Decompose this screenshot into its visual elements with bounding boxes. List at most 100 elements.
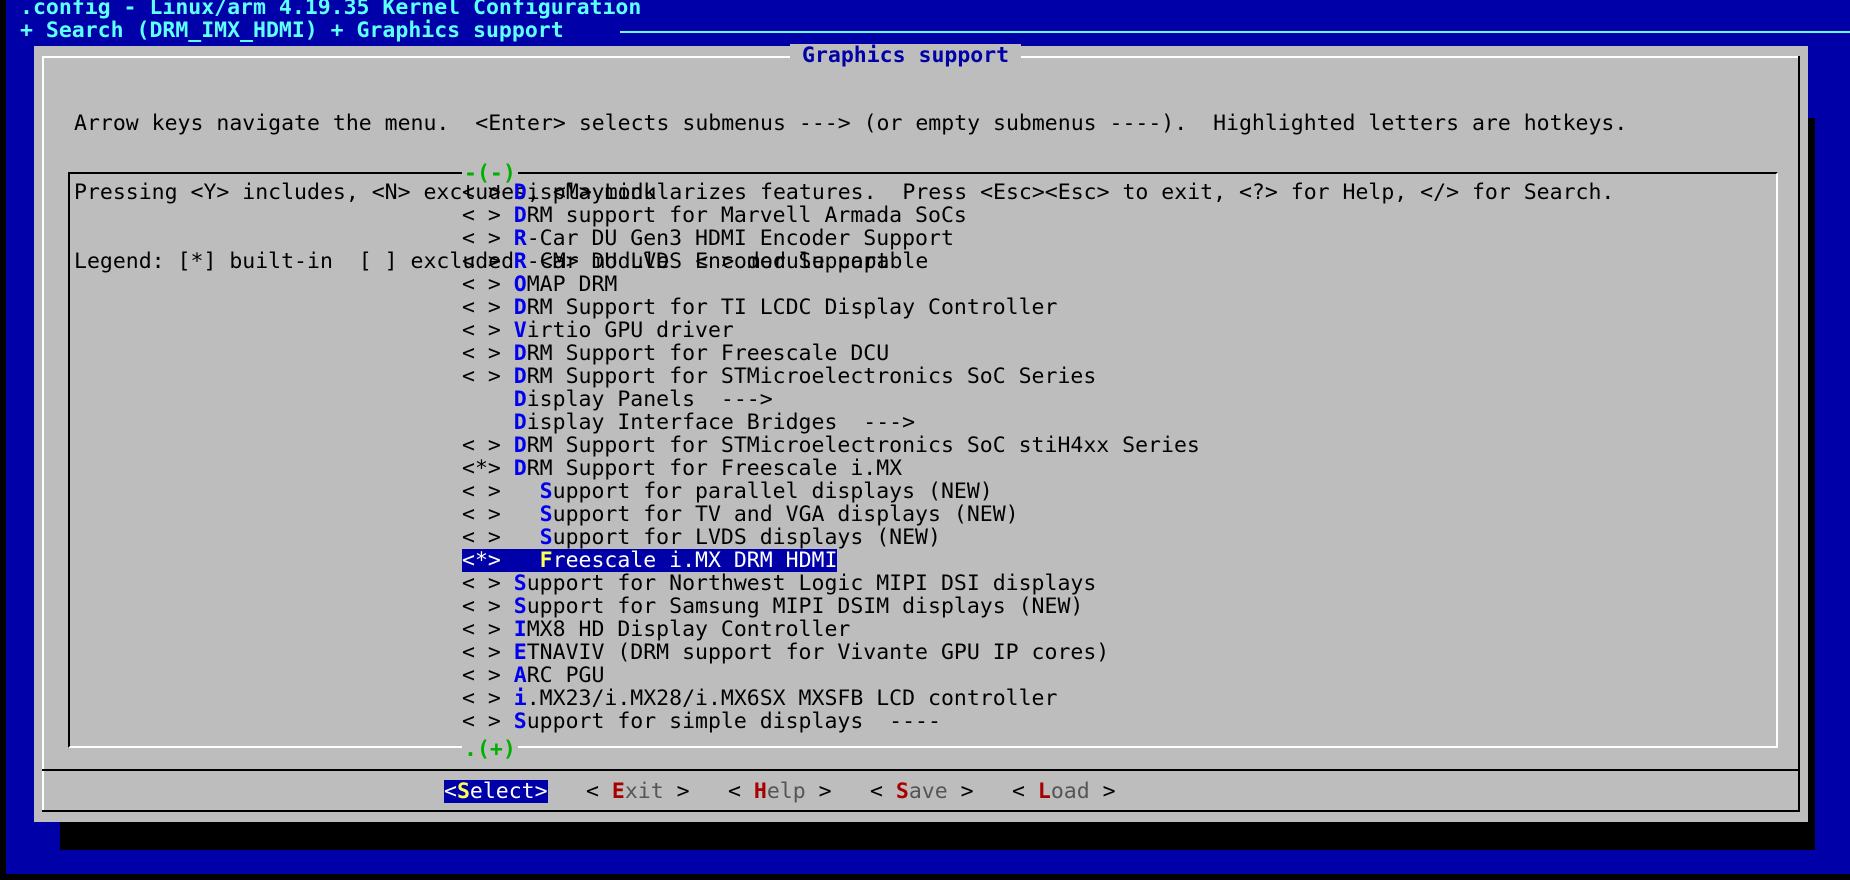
menu-item-label: isplay Interface Bridges ---> xyxy=(526,410,916,435)
menu-item-state xyxy=(462,410,514,435)
menu-item-state: < > xyxy=(462,364,514,389)
menu-item-label: MAP DRM xyxy=(526,272,618,297)
menu-item[interactable]: < > DisplayLink xyxy=(462,181,1200,204)
menu-item-state: < > xyxy=(462,502,540,527)
menu-item-state: < > xyxy=(462,433,514,458)
menu-item-hotkey: E xyxy=(513,640,527,665)
breadcrumb-rule xyxy=(620,31,1850,33)
menu-items: < > DisplayLink < > DRM support for Marve… xyxy=(462,181,1200,733)
menu-item-label: RC PGU xyxy=(526,663,605,688)
help-line: Arrow keys navigate the menu. <Enter> se… xyxy=(74,111,1628,136)
button-hotkey: L xyxy=(1037,779,1051,804)
menu-item[interactable]: < > Support for Northwest Logic MIPI DSI… xyxy=(462,572,1200,595)
menu-item-label: upport for Northwest Logic MIPI DSI disp… xyxy=(526,571,1097,596)
menuconfig-dialog: Graphics support Arrow keys navigate the… xyxy=(34,44,1808,822)
menu-item-state xyxy=(462,387,514,412)
menu-item-hotkey: R xyxy=(513,249,527,274)
menu-item[interactable]: < > Support for parallel displays (NEW) xyxy=(462,480,1200,503)
menu-item[interactable]: < > Support for Samsung MIPI DSIM displa… xyxy=(462,595,1200,618)
menu-item-state: < > xyxy=(462,594,514,619)
menu-item[interactable]: < > ARC PGU xyxy=(462,664,1200,687)
menu-item[interactable]: < > Support for TV and VGA displays (NEW… xyxy=(462,503,1200,526)
save-button[interactable]: < Save > xyxy=(870,780,974,803)
menu-item-state: < > xyxy=(462,249,514,274)
load-button[interactable]: < Load > xyxy=(1012,780,1116,803)
menu-item-state: < > xyxy=(462,525,540,550)
menu-item[interactable]: <*> DRM Support for Freescale i.MX xyxy=(462,457,1200,480)
menu-item[interactable]: < > DRM Support for STMicroelectronics S… xyxy=(462,434,1200,457)
menu-item-state: <*> xyxy=(462,456,514,481)
menu-item[interactable]: Display Interface Bridges ---> xyxy=(462,411,1200,434)
menu-item-state: < > xyxy=(462,571,514,596)
menu-item-hotkey: D xyxy=(513,433,527,458)
dialog-title: Graphics support xyxy=(790,44,1022,67)
menu-item-state: < > xyxy=(462,663,514,688)
menu-item-label: RM Support for TI LCDC Display Controlle… xyxy=(526,295,1058,320)
button-separator xyxy=(42,769,1800,771)
menu-item-state: < > xyxy=(462,341,514,366)
menu-item[interactable]: < > DRM Support for TI LCDC Display Cont… xyxy=(462,296,1200,319)
exit-button[interactable]: < Exit > xyxy=(586,780,690,803)
menu-item-hotkey: S xyxy=(513,709,527,734)
menu-item[interactable]: < > Support for LVDS displays (NEW) xyxy=(462,526,1200,549)
button-hotkey: E xyxy=(611,779,625,804)
menu-item-label: irtio GPU driver xyxy=(526,318,734,343)
menu-item-label: upport for Samsung MIPI DSIM displays (N… xyxy=(526,594,1084,619)
menu-item[interactable]: < > Virtio GPU driver xyxy=(462,319,1200,342)
menu-item[interactable]: < > R-Car DU Gen3 HDMI Encoder Support xyxy=(462,227,1200,250)
menu-item-hotkey: D xyxy=(513,203,527,228)
menu-item-label: -Car DU LVDS Encoder Support xyxy=(526,249,890,274)
menu-item-label: .MX23/i.MX28/i.MX6SX MXSFB LCD controlle… xyxy=(526,686,1058,711)
menu-item-label: -Car DU Gen3 HDMI Encoder Support xyxy=(526,226,954,251)
menu-item-state: < > xyxy=(462,318,514,343)
select-button[interactable]: <Select> xyxy=(444,780,548,803)
menu-item-state: < > xyxy=(462,617,514,642)
menu-item-hotkey: A xyxy=(513,663,527,688)
menu-item-hotkey: D xyxy=(513,456,527,481)
menu-item-hotkey: S xyxy=(539,502,553,527)
terminal-bottom-edge xyxy=(0,874,1850,880)
menu-item-hotkey: I xyxy=(513,617,527,642)
menu-item-state: < > xyxy=(462,272,514,297)
menu-item-label: upport for simple displays ---- xyxy=(526,709,941,734)
menu-item-hotkey: D xyxy=(513,180,527,205)
menu-item-label: RM Support for Freescale i.MX xyxy=(526,456,903,481)
menu-item[interactable]: < > Support for simple displays ---- xyxy=(462,710,1200,733)
menu-item-label: upport for parallel displays (NEW) xyxy=(552,479,993,504)
menu-list[interactable]: -(-) < > DisplayLink < > DRM support for … xyxy=(68,162,1778,761)
config-title: .config - Linux/arm 4.19.35 Kernel Confi… xyxy=(20,0,642,20)
menu-item-hotkey: S xyxy=(513,571,527,596)
menu-item-selected[interactable]: <*> Freescale i.MX DRM HDMI xyxy=(462,548,838,573)
menu-item[interactable]: < > R-Car DU LVDS Encoder Support xyxy=(462,250,1200,273)
menu-item-label: isplayLink xyxy=(526,180,657,205)
menu-item-hotkey: F xyxy=(539,548,553,573)
menu-item-hotkey: i xyxy=(513,686,527,711)
menu-item[interactable]: < > DRM Support for Freescale DCU xyxy=(462,342,1200,365)
menu-item[interactable]: < > i.MX23/i.MX28/i.MX6SX MXSFB LCD cont… xyxy=(462,687,1200,710)
menu-item-hotkey: S xyxy=(539,525,553,550)
menu-item[interactable]: < > ETNAVIV (DRM support for Vivante GPU… xyxy=(462,641,1200,664)
menu-item-label: upport for LVDS displays (NEW) xyxy=(552,525,941,550)
scroll-down-indicator[interactable]: .(+) xyxy=(462,738,518,761)
menu-item-hotkey: R xyxy=(513,226,527,251)
menu-item-state: < > xyxy=(462,226,514,251)
menu-item-hotkey: S xyxy=(513,594,527,619)
menu-item-label: upport for TV and VGA displays (NEW) xyxy=(552,502,1019,527)
menu-item[interactable]: < > IMX8 HD Display Controller xyxy=(462,618,1200,641)
help-button[interactable]: < Help > xyxy=(728,780,832,803)
menu-item-label: TNAVIV (DRM support for Vivante GPU IP c… xyxy=(526,640,1110,665)
menu-item-hotkey: O xyxy=(513,272,527,297)
search-breadcrumb: + Search (DRM_IMX_HDMI) + Graphics suppo… xyxy=(20,18,577,43)
button-hotkey: H xyxy=(753,779,767,804)
menu-item-label: reescale i.MX DRM HDMI xyxy=(552,548,838,573)
menu-item-hotkey: D xyxy=(513,410,527,435)
menu-item[interactable]: < > OMAP DRM xyxy=(462,273,1200,296)
menu-item-state: < > xyxy=(462,180,514,205)
menu-item-state: < > xyxy=(462,479,540,504)
menu-item[interactable]: < > DRM Support for STMicroelectronics S… xyxy=(462,365,1200,388)
menu-item[interactable]: < > DRM support for Marvell Armada SoCs xyxy=(462,204,1200,227)
menu-item-hotkey: D xyxy=(513,364,527,389)
menu-item-label: RM Support for Freescale DCU xyxy=(526,341,890,366)
menu-item[interactable]: Display Panels ---> xyxy=(462,388,1200,411)
menu-item-state: <*> xyxy=(462,548,540,573)
